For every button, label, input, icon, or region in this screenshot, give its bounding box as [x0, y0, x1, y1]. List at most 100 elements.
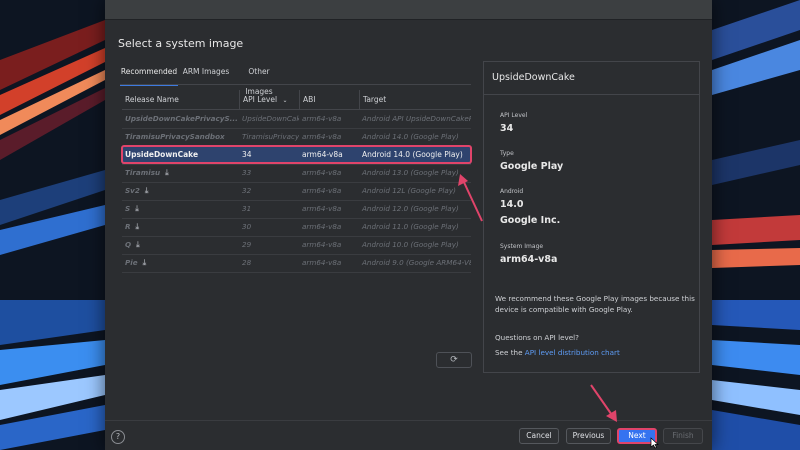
- api-level-label: API Level: [500, 112, 528, 119]
- image-detail-panel: UpsideDownCake API Level 34 Type Google …: [483, 61, 700, 373]
- table-cell-release-name: Q ⤓: [122, 236, 239, 254]
- system-image-value: arm64-v8a: [500, 254, 558, 265]
- see-chart-line: See the API level distribution chart: [495, 348, 620, 357]
- api-level-distribution-link[interactable]: API level distribution chart: [525, 348, 620, 357]
- download-icon[interactable]: ⤓: [136, 218, 140, 236]
- table-cell-text: TiramisuPrivacySandbox: [125, 132, 225, 141]
- android-version-value: 14.0: [500, 199, 524, 210]
- download-icon[interactable]: ⤓: [145, 182, 149, 200]
- previous-button[interactable]: Previous: [566, 428, 611, 444]
- table-cell-target: Android API UpsideDownCakePrivacy: [359, 110, 471, 128]
- table-cell-abi: arm64-v8a: [299, 236, 359, 254]
- table-row[interactable]: Sv2 ⤓ 32 arm64-v8a Android 12L (Google Play): [122, 182, 471, 201]
- table-row[interactable]: Pie ⤓ 28 arm64-v8a Android 9.0 (Google ARM64…: [122, 254, 471, 273]
- table-cell-text: arm64-v8a: [302, 132, 342, 141]
- table-cell-abi: arm64-v8a: [299, 218, 359, 236]
- table-cell-release-name: S ⤓: [122, 200, 239, 218]
- table-cell-api: 32: [239, 182, 299, 200]
- table-header: Release Name API Level ⌄ ABI Target: [122, 90, 471, 110]
- table-row[interactable]: UpsideDownCakePrivacyS...⤓UpsideDownCake…: [122, 110, 471, 129]
- table-row[interactable]: Tiramisu ⤓ 33 arm64-v8a Android 13.0 (Google…: [122, 164, 471, 183]
- table-cell-text: arm64-v8a: [302, 258, 342, 267]
- cancel-button[interactable]: Cancel: [519, 428, 559, 444]
- table-cell-abi: arm64-v8a: [299, 110, 359, 128]
- table-cell-target: Android 11.0 (Google Play): [359, 218, 471, 236]
- table-cell-release-name: TiramisuPrivacySandbox: [122, 128, 239, 146]
- column-header-api-level-label: API Level: [243, 95, 278, 104]
- table-cell-text: Android 12.0 (Google Play): [362, 204, 459, 213]
- table-cell-release-name: Tiramisu ⤓: [122, 164, 239, 182]
- table-cell-target: Android 10.0 (Google Play): [359, 236, 471, 254]
- dialog-title: Select a system image: [118, 37, 244, 50]
- tab-arm-images[interactable]: ARM Images: [182, 62, 230, 84]
- table-cell-text: 33: [242, 168, 252, 177]
- recommendation-text: We recommend these Google Play images be…: [495, 294, 695, 314]
- table-cell-text: Android 10.0 (Google Play): [362, 240, 459, 249]
- api-level-value: 34: [500, 123, 514, 134]
- refresh-button[interactable]: ⟳: [436, 352, 472, 368]
- android-label: Android: [500, 188, 524, 195]
- help-button[interactable]: ?: [111, 430, 125, 444]
- api-question-text: Questions on API level?: [495, 333, 579, 342]
- system-image-label: System Image: [500, 243, 544, 250]
- column-header-target[interactable]: Target: [359, 90, 471, 109]
- table-cell-target: Android 12.0 (Google Play): [359, 200, 471, 218]
- selected-row-highlight: [121, 145, 472, 164]
- chevron-down-icon: ⌄: [282, 97, 288, 104]
- table-cell-api: 31: [239, 200, 299, 218]
- table-cell-text: Android 14.0 (Google Play): [362, 132, 459, 141]
- detail-divider: [484, 94, 699, 95]
- download-icon[interactable]: ⤓: [165, 164, 169, 182]
- table-cell-api: 29: [239, 236, 299, 254]
- footer-divider: [105, 420, 712, 421]
- table-row[interactable]: R ⤓ 30 arm64-v8a Android 11.0 (Google Play): [122, 218, 471, 237]
- vendor-value: Google Inc.: [500, 215, 561, 226]
- tab-underline: [120, 84, 471, 85]
- table-cell-release-name: Pie ⤓: [122, 254, 239, 272]
- table-cell-abi: arm64-v8a: [299, 182, 359, 200]
- table-cell-text: 31: [242, 204, 252, 213]
- table-cell-api: 28: [239, 254, 299, 272]
- type-value: Google Play: [500, 161, 564, 172]
- download-icon[interactable]: ⤓: [136, 236, 140, 254]
- table-cell-text: Pie: [125, 258, 138, 267]
- see-prefix: See the: [495, 348, 523, 357]
- table-cell-release-name: R ⤓: [122, 218, 239, 236]
- table-cell-release-name: UpsideDownCakePrivacyS...⤓: [122, 110, 239, 128]
- table-cell-target: Android 9.0 (Google ARM64-V8a: [359, 254, 471, 272]
- column-header-api-level[interactable]: API Level ⌄: [239, 90, 299, 109]
- select-system-image-dialog: Select a system image Recommended ARM Im…: [105, 0, 712, 450]
- table-cell-text: 32: [242, 186, 252, 195]
- table-cell-text: UpsideDownCake: [242, 114, 299, 123]
- download-icon[interactable]: ⤓: [143, 254, 147, 272]
- table-cell-text: arm64-v8a: [302, 240, 342, 249]
- table-cell-api: TiramisuPrivacyS: [239, 128, 299, 146]
- table-cell-text: 28: [242, 258, 252, 267]
- column-header-release-name[interactable]: Release Name: [122, 90, 237, 109]
- table-cell-text: Android 13.0 (Google Play): [362, 168, 459, 177]
- mouse-cursor-icon: [650, 437, 659, 449]
- tab-other-images[interactable]: Other Images: [234, 62, 284, 96]
- table-cell-text: arm64-v8a: [302, 204, 342, 213]
- table-row[interactable]: Q ⤓ 29 arm64-v8a Android 10.0 (Google Play): [122, 236, 471, 255]
- system-image-table: Release Name API Level ⌄ ABI Target Upsi…: [122, 90, 471, 350]
- table-cell-text: UpsideDownCakePrivacyS...: [125, 114, 238, 123]
- table-cell-text: R: [125, 222, 131, 231]
- table-row[interactable]: S ⤓ 31 arm64-v8a Android 12.0 (Google Play): [122, 200, 471, 219]
- detail-title: UpsideDownCake: [492, 72, 575, 83]
- table-cell-text: Android 12L (Google Play): [362, 186, 456, 195]
- table-cell-target: Android 12L (Google Play): [359, 182, 471, 200]
- table-cell-text: arm64-v8a: [302, 114, 342, 123]
- download-icon[interactable]: ⤓: [135, 200, 139, 218]
- tab-recommended[interactable]: Recommended: [120, 62, 178, 86]
- column-header-abi[interactable]: ABI: [299, 90, 359, 109]
- refresh-icon: ⟳: [450, 355, 458, 365]
- table-cell-abi: arm64-v8a: [299, 200, 359, 218]
- table-cell-api: 30: [239, 218, 299, 236]
- table-cell-target: Android 14.0 (Google Play): [359, 128, 471, 146]
- table-cell-text: Tiramisu: [125, 168, 161, 177]
- finish-button[interactable]: Finish: [663, 428, 703, 444]
- table-cell-text: 30: [242, 222, 252, 231]
- table-cell-text: arm64-v8a: [302, 186, 342, 195]
- table-cell-text: Android API UpsideDownCakePrivacy: [362, 114, 471, 123]
